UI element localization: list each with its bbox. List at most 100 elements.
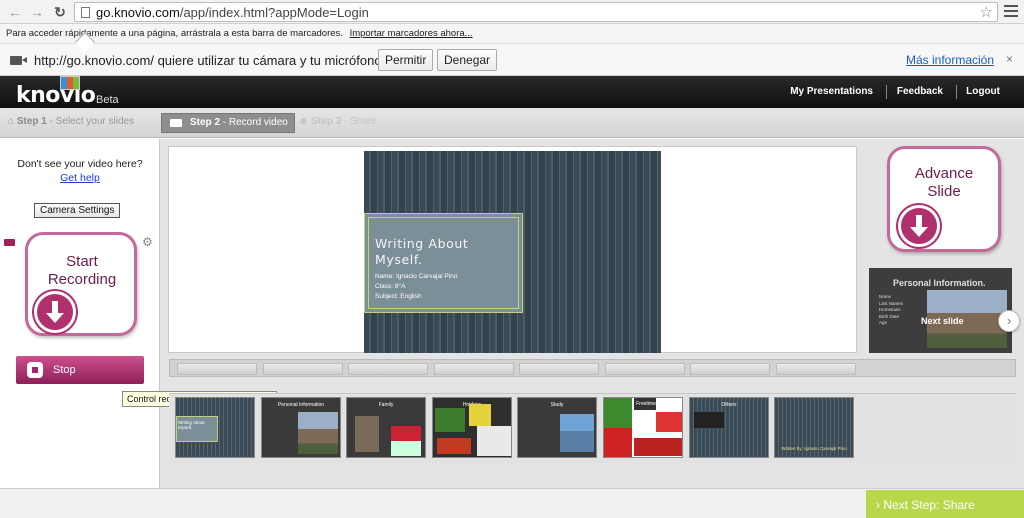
timeline-segment <box>690 363 770 375</box>
step-2-label: Step 2 <box>190 117 221 128</box>
back-arrow-icon[interactable]: ← <box>6 3 24 21</box>
permission-infobar: http://go.knovio.com/ quiere utilizar tu… <box>0 44 1024 76</box>
slide-thumbnail[interactable]: Written by: Ignacio Carvajal Pino <box>774 397 854 458</box>
timeline-bar[interactable] <box>169 359 1016 377</box>
bookmark-star-icon[interactable]: ☆ <box>980 3 993 21</box>
more-info-link[interactable]: Más información <box>906 53 994 67</box>
thumb-image <box>634 438 682 456</box>
start-recording-line2: Recording <box>47 271 117 288</box>
thumb-image <box>604 398 632 457</box>
timeline-segment <box>434 363 514 375</box>
app-header: knovio Beta My Presentations Feedback Lo… <box>0 76 1024 108</box>
bookmarks-hint: Para acceder rápidamente a una página, a… <box>6 28 343 39</box>
slide-thumbnail[interactable]: Study <box>517 397 597 458</box>
beta-label: Beta <box>96 94 119 106</box>
camera-icon <box>4 239 15 246</box>
slide-title: Writing About Myself. <box>375 236 515 268</box>
gear-icon[interactable]: ⚙ <box>142 235 153 249</box>
slide-thumbnail[interactable]: Hobbies <box>432 397 512 458</box>
nav-my-presentations[interactable]: My Presentations <box>790 86 873 97</box>
thumb-image <box>437 438 471 454</box>
timeline-segment <box>177 363 257 375</box>
url-text[interactable]: go.knovio.com/app/index.html?appMode=Log… <box>96 5 369 20</box>
steps-bar: ⌂ Step 1 - Select your slides Step 2 - R… <box>0 108 1024 138</box>
import-bookmarks-link[interactable]: Importar marcadores ahora... <box>350 28 473 39</box>
step-2[interactable]: Step 2 - Record video <box>161 113 295 133</box>
timeline-segment <box>263 363 343 375</box>
allow-button[interactable]: Permitir <box>378 49 434 71</box>
arrow-down-icon <box>34 291 76 333</box>
next-slide-preview[interactable]: Personal Information. Name Last Names Ho… <box>869 268 1012 353</box>
step-1-label: Step 1 <box>16 116 47 127</box>
step-3[interactable]: ☻ Step 3 - Share <box>298 116 377 127</box>
forward-arrow-icon[interactable]: → <box>28 3 46 21</box>
close-icon[interactable]: × <box>1006 52 1013 66</box>
slide-thumbnail[interactable]: Family <box>346 397 426 458</box>
thumb-title: Written by: Ignacio Carvajal Pino <box>781 446 847 451</box>
home-icon: ⌂ <box>8 116 15 127</box>
thumb-image <box>435 408 465 432</box>
nav-divider <box>886 85 887 99</box>
thumb-title: Freetime <box>636 401 656 407</box>
stop-icon <box>27 362 43 378</box>
timeline-segment <box>348 363 428 375</box>
slide-line: Class: 8°A <box>375 283 406 290</box>
page-icon <box>81 7 90 18</box>
reload-icon[interactable]: ↻ <box>51 3 69 21</box>
knovio-logo[interactable]: knovio <box>16 83 96 108</box>
chevron-right-icon[interactable]: › <box>998 310 1020 332</box>
step-1[interactable]: ⌂ Step 1 - Select your slides <box>8 116 134 127</box>
advance-slide-button[interactable]: Advance Slide <box>887 146 1001 252</box>
slide-thumbnail[interactable]: Writing About Myself. <box>175 397 255 458</box>
slide-title-line2: Myself. <box>375 252 423 267</box>
deny-button[interactable]: Denegar <box>437 49 498 71</box>
next-step-label: Next Step: Share <box>883 498 975 512</box>
thumb-image <box>391 426 421 456</box>
current-slide: Writing About Myself. Name: Ignacio Carv… <box>364 151 661 353</box>
thumb-image <box>469 404 491 426</box>
timeline-segment <box>776 363 856 375</box>
step-1-text: - Select your slides <box>46 116 135 127</box>
preview-list-item: Age <box>879 320 888 325</box>
logo-mark-icon <box>60 76 80 90</box>
slide-thumbnail[interactable]: Freetime <box>603 397 683 458</box>
arrow-down-icon <box>898 205 940 247</box>
thumb-title: Personal Information <box>277 402 325 408</box>
nav-divider <box>956 85 957 99</box>
nav-feedback[interactable]: Feedback <box>897 86 943 97</box>
preview-title: Personal Information. <box>893 278 986 288</box>
no-video-text: Don't see your video here? <box>17 158 143 170</box>
timeline-segment <box>605 363 685 375</box>
thumb-image <box>477 426 511 456</box>
stop-label: Stop <box>53 364 76 376</box>
slide-details: Name: Ignacio Carvajal Pino Class: 8°A S… <box>375 272 457 302</box>
preview-list: Name Last Names Hometown Birth Date Age <box>879 294 915 327</box>
camera-icon <box>10 56 27 65</box>
permission-message: http://go.knovio.com/ quiere utilizar tu… <box>34 53 386 68</box>
next-slide-label: Next slide <box>921 316 964 326</box>
thumb-title: Study <box>550 402 564 408</box>
start-recording-label: Start Recording <box>28 253 136 289</box>
start-recording-button[interactable]: Start Recording <box>25 232 137 336</box>
timeline-segment <box>519 363 599 375</box>
slide-thumbnail[interactable]: Personal Information <box>261 397 341 458</box>
stop-button[interactable]: Stop <box>16 356 144 384</box>
thumb-image <box>298 412 338 454</box>
thumb-image <box>560 414 594 452</box>
thumb-text-block <box>694 412 724 428</box>
slide-line: Subject: English <box>375 293 422 300</box>
thumb-title: Others <box>721 402 737 408</box>
browser-menu-icon[interactable] <box>1004 5 1018 20</box>
address-bar[interactable]: go.knovio.com/app/index.html?appMode=Log… <box>74 2 998 22</box>
slide-line: Name: Ignacio Carvajal Pino <box>375 273 458 280</box>
browser-toolbar: ← → ↻ go.knovio.com/app/index.html?appMo… <box>0 0 1024 24</box>
slide-thumbnail[interactable]: Others <box>689 397 769 458</box>
get-help-link[interactable]: Get help <box>60 172 100 184</box>
slide-title-box: Writing About Myself. Name: Ignacio Carv… <box>364 213 523 313</box>
camera-settings-button[interactable]: Camera Settings <box>34 203 121 218</box>
video-camera-icon <box>170 119 182 127</box>
next-step-button[interactable]: › Next Step: Share <box>866 490 1024 518</box>
url-domain: go.knovio.com <box>96 5 180 20</box>
no-video-help: Don't see your video here? Get help <box>0 157 160 185</box>
nav-logout[interactable]: Logout <box>966 86 1000 97</box>
